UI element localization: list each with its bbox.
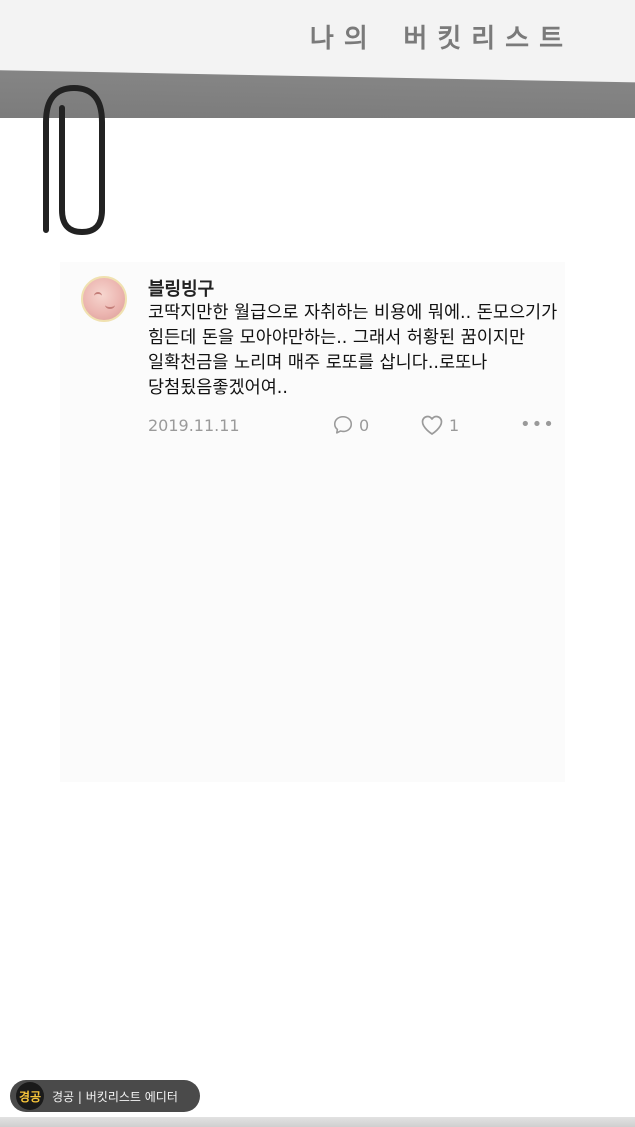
post-body-text: 코딱지만한 월급으로 자취하는 비용에 뭐에.. 돈모으기가 힘든데 돈을 모아… (148, 303, 558, 398)
bottom-edge (0, 1117, 635, 1127)
avatar[interactable] (81, 276, 127, 322)
comment-icon (333, 415, 353, 434)
footer-text: 경공 | 버킷리스트 에디터 (52, 1089, 178, 1104)
more-icon: ••• (520, 414, 555, 435)
post-meta-row: 2019.11.11 0 1 ••• (148, 414, 554, 438)
more-options-button[interactable]: ••• (520, 414, 555, 435)
comment-button[interactable]: 0 (332, 414, 369, 436)
heart-icon (421, 415, 443, 435)
comment-count: 0 (359, 415, 370, 435)
footer-badge: 경공 경공 | 버킷리스트 에디터 (10, 1080, 200, 1112)
page-header-title: 나의 버킷리스트 (309, 24, 573, 54)
post-date: 2019.11.11 (148, 416, 240, 435)
paperclip-icon (43, 85, 105, 235)
like-button[interactable]: 1 (420, 414, 459, 436)
post-username[interactable]: 블링빙구 (148, 275, 214, 301)
footer-logo: 경공 (16, 1082, 44, 1110)
like-count: 1 (449, 415, 460, 435)
